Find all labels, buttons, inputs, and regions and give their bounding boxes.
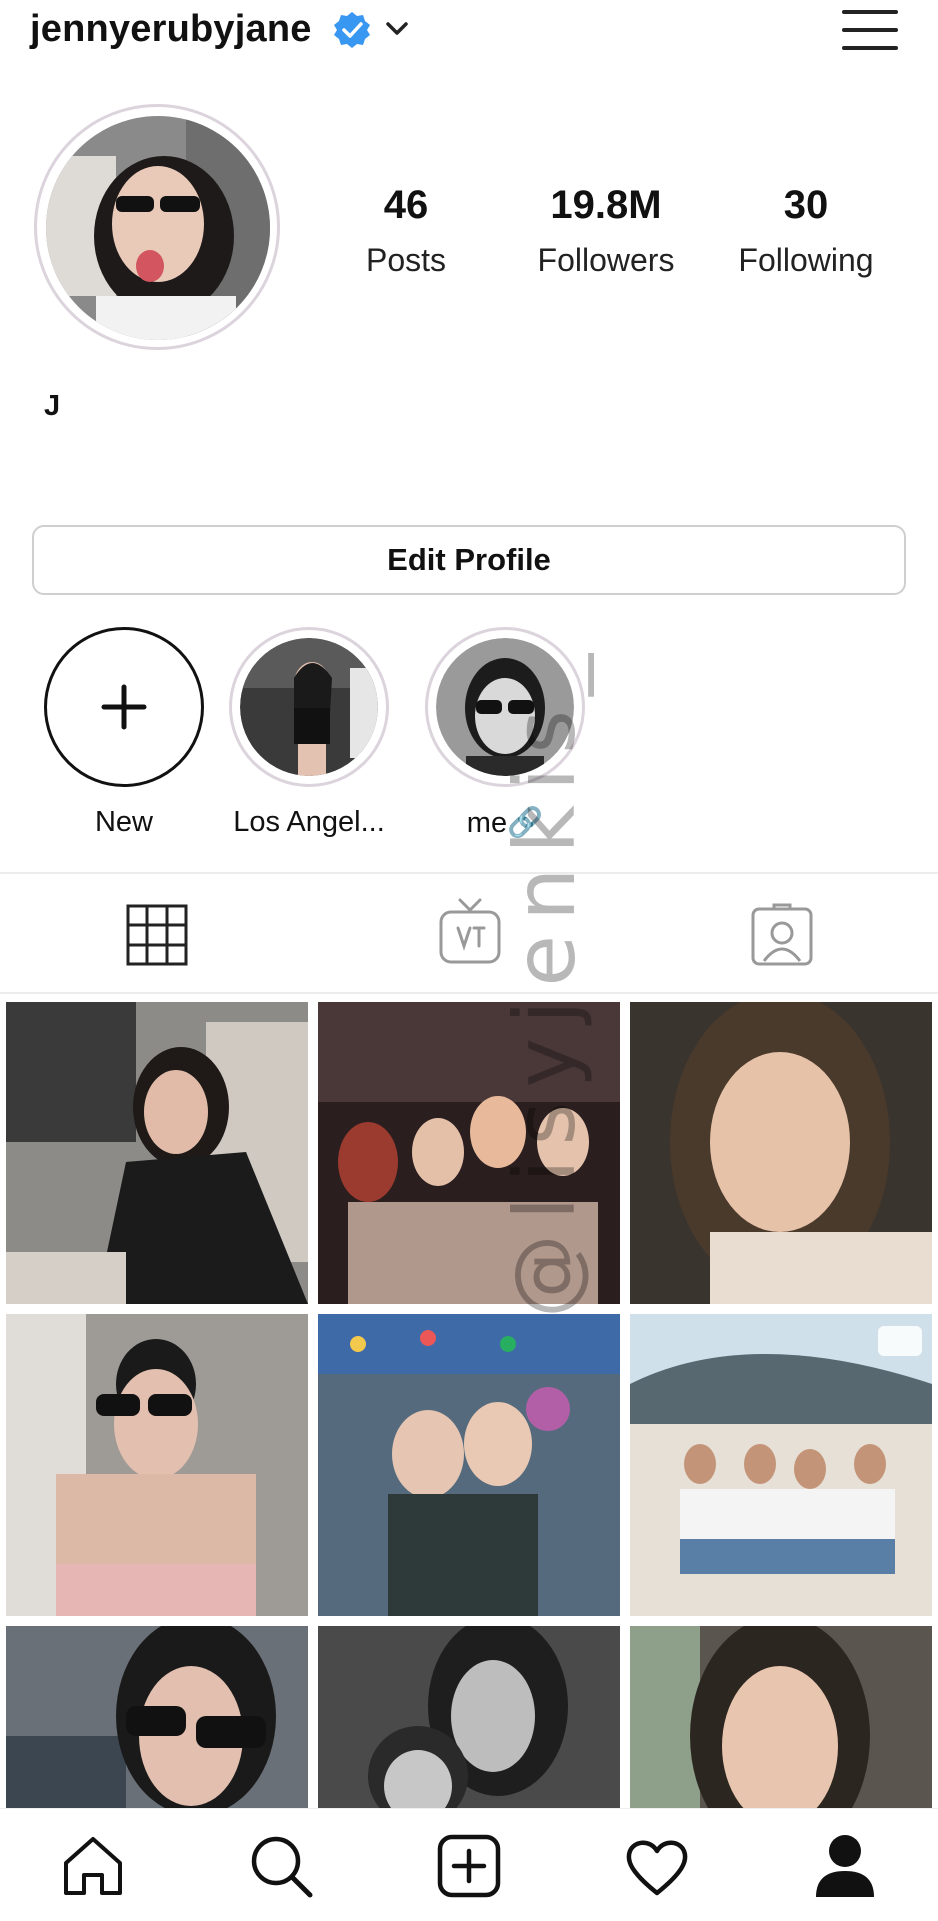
post-tile-8[interactable] [318, 1626, 620, 1808]
followers-label[interactable]: Followers [506, 242, 706, 279]
highlight-new-label: New [94, 806, 153, 838]
bio-name: J [44, 390, 61, 422]
search-icon[interactable] [246, 1831, 316, 1901]
post-image [318, 1002, 620, 1304]
following-label[interactable]: Following [706, 242, 906, 279]
post-image [318, 1626, 620, 1808]
post-image [6, 1626, 308, 1808]
highlight-new[interactable] [44, 627, 204, 787]
grid-icon[interactable] [126, 904, 188, 966]
post-image [630, 1002, 932, 1304]
posts-label: Posts [365, 242, 447, 278]
highlight-cover-image [436, 638, 574, 776]
edit-profile-button[interactable]: Edit Profile [32, 525, 906, 595]
divider [0, 992, 938, 994]
post-tile-3[interactable] [630, 1002, 932, 1304]
profile-icon[interactable] [810, 1831, 880, 1901]
home-icon[interactable] [58, 1831, 128, 1901]
igtv-icon[interactable] [438, 898, 502, 966]
highlight-me-label: me🔗 [466, 807, 544, 839]
post-image [6, 1314, 308, 1616]
post-tile-9[interactable] [630, 1626, 932, 1808]
post-tile-5[interactable] [318, 1314, 620, 1616]
post-image [318, 1314, 620, 1616]
highlight-los-angeles[interactable] [229, 627, 389, 787]
divider [0, 872, 938, 874]
highlight-los-angeles-label: Los Angel... [233, 806, 385, 838]
highlight-me[interactable] [425, 627, 585, 787]
post-tile-1[interactable] [6, 1002, 308, 1304]
post-tile-7[interactable] [6, 1626, 308, 1808]
avatar[interactable] [46, 116, 270, 340]
followers-count[interactable]: 19.8M [506, 183, 706, 228]
plus-icon [101, 684, 147, 730]
verified-badge-icon [334, 12, 370, 48]
bottom-navigation [0, 1808, 938, 1921]
post-image [6, 1002, 308, 1304]
post-tile-2[interactable] [318, 1002, 620, 1304]
following-count[interactable]: 30 [706, 183, 906, 228]
posts-count: 46 [383, 183, 429, 227]
profile-header: jennyerubyjane [0, 0, 938, 70]
heart-icon[interactable] [622, 1831, 692, 1901]
tagged-icon[interactable] [750, 903, 814, 967]
highlight-cover-image [240, 638, 378, 776]
post-tile-6[interactable] [630, 1314, 932, 1616]
new-post-icon[interactable] [434, 1831, 504, 1901]
chevron-down-icon[interactable] [384, 16, 410, 42]
post-image [630, 1626, 932, 1808]
post-tile-4[interactable] [6, 1314, 308, 1616]
hamburger-menu-icon[interactable] [842, 6, 900, 54]
username[interactable]: jennyerubyjane [30, 8, 312, 51]
post-image [630, 1314, 932, 1616]
